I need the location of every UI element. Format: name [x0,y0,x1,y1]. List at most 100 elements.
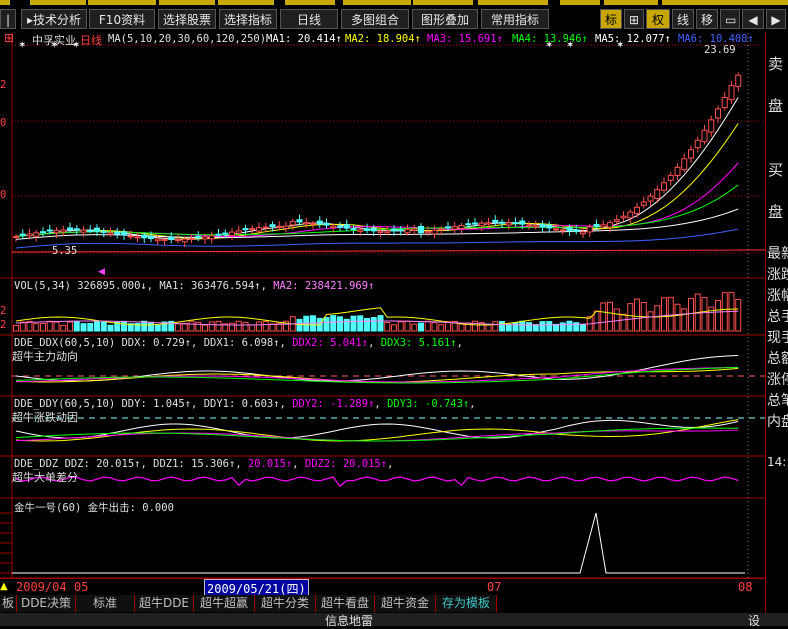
candle-body [40,231,46,234]
tab-board[interactable]: 板 [0,595,17,612]
volume-bar [323,317,330,332]
common-indicator-button[interactable]: 常用指标 [481,9,549,29]
candle-body [229,231,235,236]
candle-body [289,221,296,226]
select-stock-button[interactable]: 选择股票 [158,9,216,29]
candle-body [613,219,620,222]
candle-body [377,230,384,233]
candle-body [512,222,519,225]
info-mine-label[interactable]: 信息地雷 [325,612,373,629]
f10-button[interactable]: F10资料 [89,9,155,29]
volume-bar [80,323,87,332]
candle-body [330,225,337,228]
volume-bar [350,315,357,332]
candle-body [222,232,229,235]
rights-button[interactable]: 权 [646,9,670,29]
candle-body [269,224,276,228]
volume-bar [499,321,505,332]
tab-chaoniu-dde[interactable]: 超牛DDE [135,595,194,612]
volume-bar [532,324,539,332]
grid-toggle-button[interactable]: ⊞ [624,9,644,29]
candle-body [148,236,154,240]
candle-body [364,228,370,231]
chart-area[interactable]: ✶ ✶ ✶ ✶ ✶ ✶ ◀ ⊞ 中孚实业 日线 MA(5,10,20,30,60,120,2… [0,31,765,578]
nav-left-icon[interactable]: ◀ [742,9,764,29]
volume-bar [256,321,262,332]
candle-body [627,211,634,219]
candle-body [134,236,141,239]
ma2-readout: MA2: 18.904↑ [345,33,421,45]
daily-period-button[interactable]: 日线 [280,9,338,29]
candle-body [701,129,708,143]
volume-bar [512,322,519,332]
candle-body [357,229,364,232]
settings-label[interactable]: 设 [748,612,760,629]
start-date-label: 2009/04 [16,580,67,594]
volume-bar [667,296,674,332]
tab-chaoniu-classify[interactable]: 超牛分类 [255,595,316,612]
tab-chaoniu-funds[interactable]: 超牛资金 [375,595,436,612]
tech-analysis-button[interactable]: ▸技术分析 [21,9,87,29]
candle-body [350,228,357,231]
move-button[interactable]: 移 [696,9,718,29]
ddz-line [15,476,739,488]
volume-bar [384,321,391,332]
volume-bar [377,315,384,332]
collapse-icon[interactable]: ⊞ [4,31,14,45]
candle-body [262,226,269,229]
volume-bar [262,320,269,332]
volume-bar [202,324,208,332]
tab-standard[interactable]: 标准 [76,595,135,612]
volume-bar [337,316,343,332]
candle-body [141,234,148,239]
vol-y-tick: 2 [0,305,7,317]
candle-body [276,225,283,228]
candle-body [438,228,445,231]
candle-body [60,229,67,233]
multi-chart-button[interactable]: 多图组合 [341,9,409,29]
candle-body [161,238,168,241]
volume-bar [148,321,154,332]
tab-chaoniu-chaoying[interactable]: 超牛超赢 [194,595,255,612]
volume-bar [370,317,377,332]
overlay-button[interactable]: 图形叠加 [412,9,478,29]
volume-bar [33,323,40,332]
candle-body [181,238,188,243]
scroll-left-icon[interactable]: ▲ [0,581,8,592]
volume-bar [175,323,181,332]
candle-body [445,226,451,229]
select-indicator-button[interactable]: 选择指标 [219,9,277,29]
candle-body [256,227,262,232]
volume-bar [235,320,242,332]
template-tabs: 板 DDE决策 标准 超牛DDE 超牛超赢 超牛分类 超牛看盘 超牛资金 存为模… [0,595,765,613]
volume-bar [431,322,438,332]
volume-bar [566,320,573,332]
volume-bar [411,323,418,332]
tab-dde-decision[interactable]: DDE决策 [17,595,76,612]
buy-label-2: 盘 [768,203,784,221]
toolbar-menu-button[interactable]: | [0,9,16,29]
top-toolbar: | ▸技术分析 F10资料 选择股票 选择指标 日线 多图组合 图形叠加 常用指… [0,0,788,33]
ddx-title: DDE_DDX(60,5,10) DDX: 0.729↑, DDX1: 6.09… [14,337,463,349]
volume-bar [67,321,73,332]
ddy-title: DDE_DDY(60,5,10) DDY: 1.045↑, DDY1: 0.60… [14,398,476,410]
nav-right-icon[interactable]: ▶ [766,9,786,29]
volume-bar [485,324,492,332]
candle-body [418,225,424,234]
volume-bar [404,320,411,332]
time-label: 14: [767,455,787,469]
tab-chaoniu-watch[interactable]: 超牛看盘 [316,595,375,612]
volume-bar [424,320,431,332]
tab-save-template[interactable]: 存为模板 [436,595,497,612]
mark-button[interactable]: 标 [600,9,622,29]
ma5-readout: MA5: 12.077↑ [595,33,671,45]
candle-body [478,222,485,227]
candle-body [431,229,438,235]
candle-body [384,230,391,234]
volume-bar [492,321,499,332]
volume-bar [580,324,586,332]
volume-bar [343,318,350,332]
line-button[interactable]: 线 [672,9,694,29]
volume-bar [600,302,607,332]
window-icon[interactable]: ▭ [720,9,740,29]
